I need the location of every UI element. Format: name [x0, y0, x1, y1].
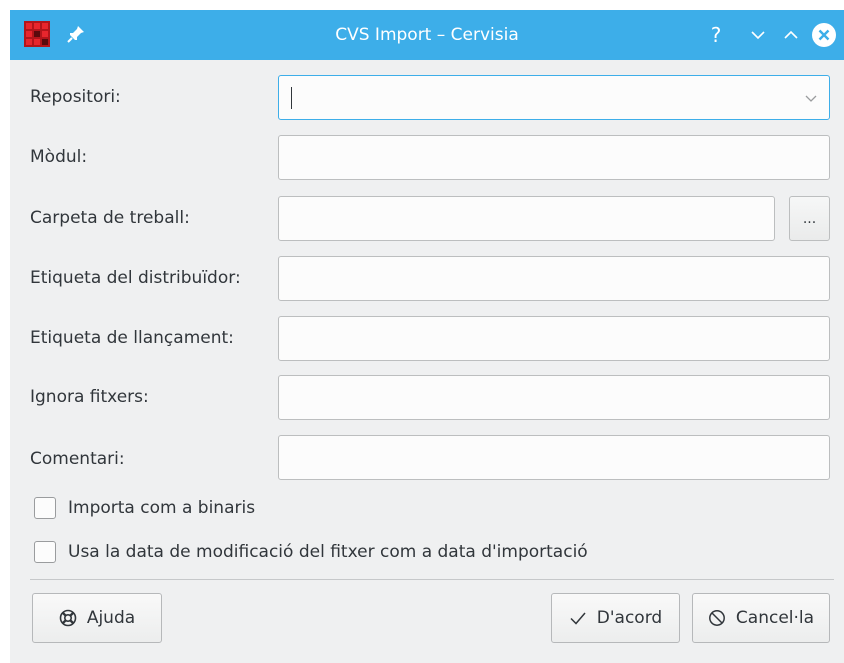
vendor-tag-label: Etiqueta del distribuïdor: [30, 268, 241, 288]
repository-input[interactable] [279, 76, 829, 119]
working-folder-label: Carpeta de treball: [30, 208, 190, 228]
ignore-files-label: Ignora fitxers: [30, 387, 149, 407]
question-mark-icon: ? [710, 23, 722, 47]
ignore-files-input[interactable] [279, 376, 829, 419]
release-tag-label: Etiqueta de llançament: [30, 328, 234, 348]
module-field[interactable] [278, 135, 830, 180]
window-titlebar[interactable]: CVS Import – Cervisia ? [10, 10, 844, 60]
working-folder-input[interactable] [279, 197, 774, 240]
ok-button[interactable]: D'acord [551, 593, 680, 643]
vendor-tag-input[interactable] [279, 257, 829, 300]
module-label: Mòdul: [30, 147, 88, 167]
release-tag-field[interactable] [278, 316, 830, 361]
comment-input[interactable] [279, 436, 829, 479]
use-mod-date-checkbox[interactable] [34, 541, 56, 563]
import-binary-option[interactable]: Importa com a binaris [34, 497, 255, 519]
comment-field[interactable] [278, 435, 830, 480]
cancel-icon [708, 609, 726, 627]
pin-icon[interactable] [66, 24, 86, 44]
module-input[interactable] [279, 136, 829, 179]
close-icon [812, 23, 836, 47]
text-cursor [291, 87, 292, 109]
cervisia-app-icon[interactable] [24, 21, 50, 47]
help-button-label: Ajuda [86, 608, 136, 628]
chevron-down-icon [751, 31, 765, 40]
import-binary-label: Importa com a binaris [68, 498, 256, 518]
chevron-down-icon[interactable] [803, 90, 819, 106]
maximize-button[interactable] [778, 22, 804, 48]
repository-label: Repositori: [30, 87, 121, 107]
browse-folder-button[interactable]: ... [789, 196, 830, 241]
import-binary-checkbox[interactable] [34, 497, 56, 519]
release-tag-input[interactable] [279, 317, 829, 360]
chevron-up-icon [784, 30, 798, 39]
cancel-button-label: Cancel·la [735, 608, 815, 628]
lifebuoy-icon [59, 609, 77, 627]
cancel-button[interactable]: Cancel·la [692, 593, 830, 643]
use-mod-date-label: Usa la data de modificació del fitxer co… [68, 542, 588, 562]
comment-label: Comentari: [30, 449, 125, 469]
repository-combobox[interactable] [278, 75, 830, 120]
help-window-button[interactable]: ? [703, 22, 729, 48]
ignore-files-field[interactable] [278, 375, 830, 420]
use-mod-date-option[interactable]: Usa la data de modificació del fitxer co… [34, 541, 588, 563]
checkmark-icon [569, 609, 587, 627]
button-separator [30, 579, 834, 580]
working-folder-field[interactable] [278, 196, 775, 241]
vendor-tag-field[interactable] [278, 256, 830, 301]
help-button[interactable]: Ajuda [32, 593, 162, 643]
ok-button-label: D'acord [596, 608, 663, 628]
import-dialog: Repositori: Mòdul: Carpeta de treball: .… [10, 60, 844, 663]
minimize-button[interactable] [745, 22, 771, 48]
close-button[interactable] [811, 22, 837, 48]
